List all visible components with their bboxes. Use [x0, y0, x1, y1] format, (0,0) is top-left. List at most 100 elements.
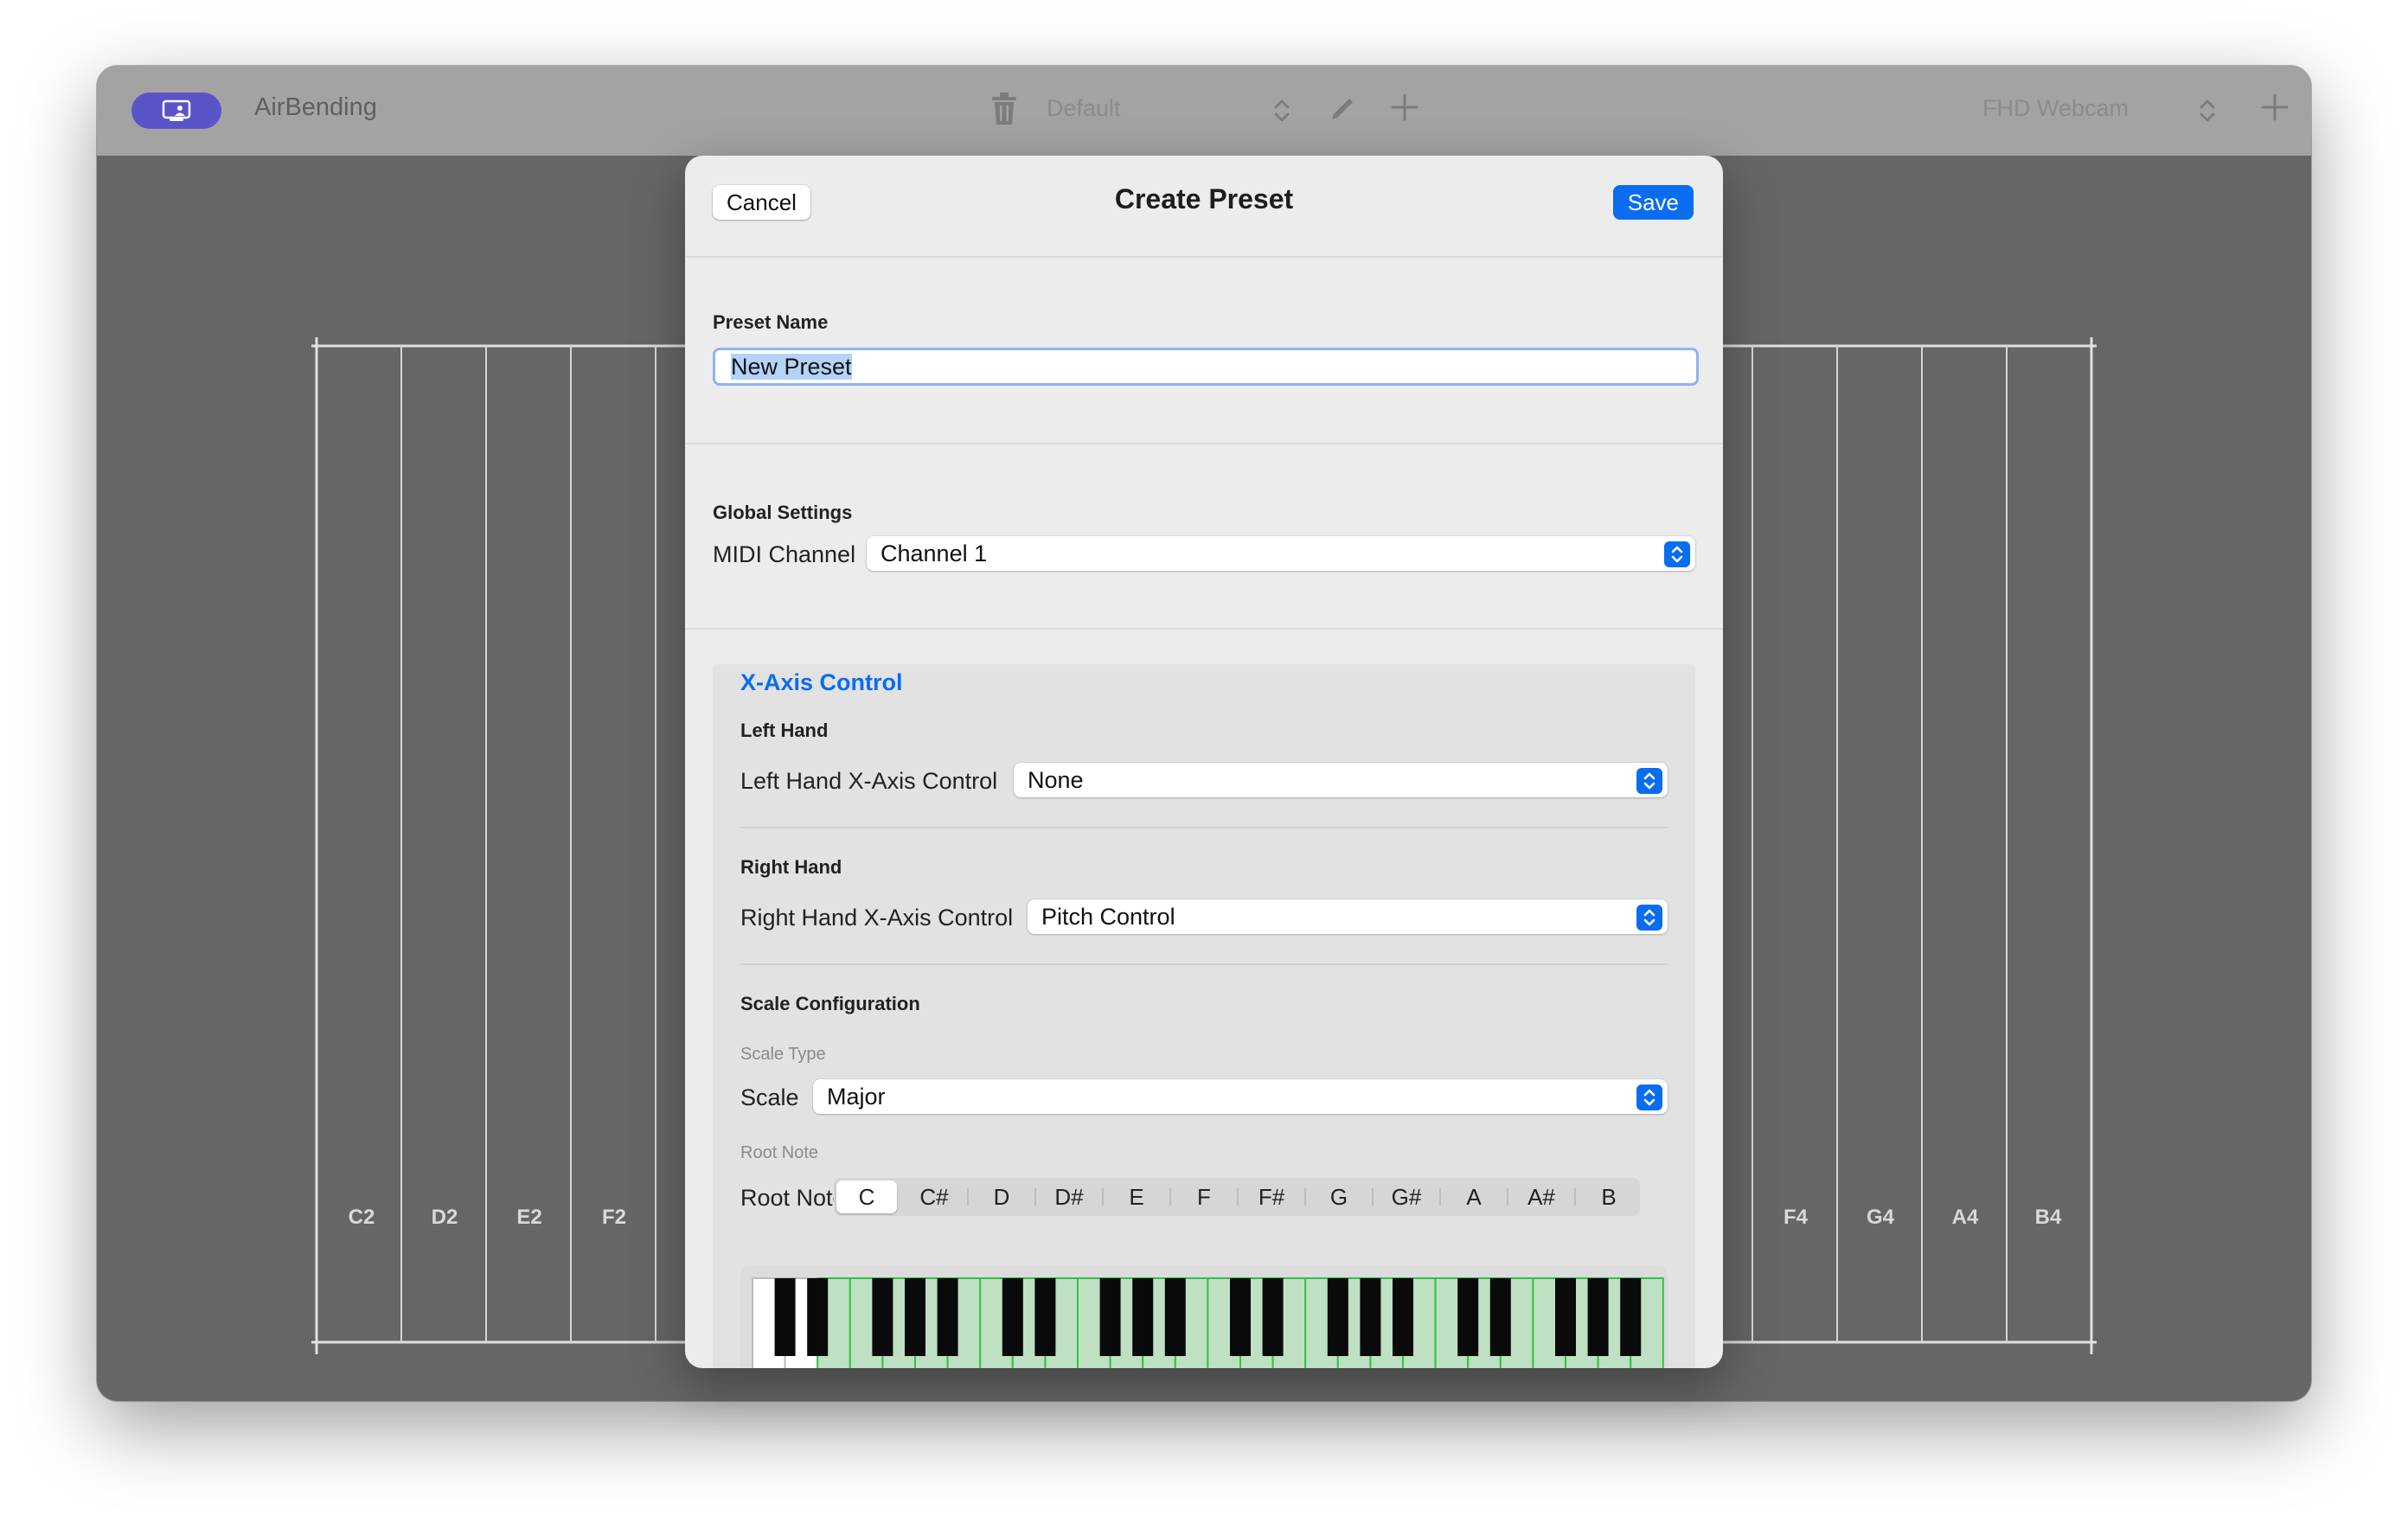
preset-up-down-chevron-icon[interactable]	[1273, 97, 1290, 129]
segment-separator	[1304, 1188, 1306, 1206]
zone-label: E2	[516, 1206, 542, 1229]
left-hand-control-select[interactable]: None	[1014, 763, 1668, 797]
screen-person-icon	[162, 99, 191, 121]
create-preset-sheet: Cancel Create Preset Save Preset Name Ne…	[685, 156, 1723, 1368]
titlebar: AirBending Default FHD Webcam	[97, 66, 2311, 156]
zone-label: C2	[348, 1206, 375, 1229]
scale-type-caption: Scale Type	[740, 1045, 826, 1064]
root-note-option[interactable]: B	[1579, 1180, 1639, 1213]
black-key	[1230, 1278, 1251, 1356]
x-axis-control-title: X-Axis Control	[740, 669, 903, 695]
segment-separator	[1372, 1188, 1374, 1206]
scale-keyboard-preview	[740, 1266, 1668, 1368]
plus-icon	[2261, 93, 2289, 121]
up-down-chevron-icon	[1636, 768, 1662, 794]
divider	[685, 628, 1723, 630]
segment-separator	[1507, 1188, 1508, 1206]
left-hand-label: Left Hand	[740, 720, 829, 741]
save-button[interactable]: Save	[1612, 185, 1694, 220]
pencil-icon	[1332, 99, 1353, 119]
right-hand-control-select[interactable]: Pitch Control	[1028, 899, 1668, 934]
root-note-option[interactable]: F	[1174, 1180, 1234, 1213]
root-note-option[interactable]: A#	[1511, 1180, 1572, 1213]
preset-name-value: New Preset	[731, 354, 852, 380]
root-note-option[interactable]: C#	[904, 1180, 964, 1213]
scale-select[interactable]: Major	[813, 1079, 1668, 1114]
zone-label: F2	[601, 1206, 627, 1229]
black-key	[1164, 1278, 1186, 1356]
zone-label: G4	[1866, 1206, 1895, 1229]
up-down-chevron-icon	[1636, 905, 1662, 931]
up-down-chevron-icon	[1636, 1084, 1662, 1110]
black-key	[1034, 1278, 1056, 1356]
black-key	[774, 1278, 796, 1356]
divider	[685, 443, 1723, 445]
root-note-option[interactable]: G	[1309, 1180, 1369, 1213]
zone-label: B4	[2034, 1206, 2062, 1229]
x-axis-control-panel: X-Axis Control Left Hand Left Hand X-Axi…	[713, 664, 1695, 1368]
zone-label: D2	[431, 1206, 458, 1229]
up-down-chevron-icon	[1664, 541, 1690, 567]
preset-name-field[interactable]: New Preset	[713, 348, 1699, 386]
segment-separator	[1237, 1188, 1239, 1206]
root-note-option[interactable]: G#	[1376, 1180, 1437, 1213]
segment-separator	[1439, 1188, 1441, 1206]
right-hand-label: Right Hand	[740, 856, 842, 878]
black-key	[1620, 1278, 1642, 1356]
black-key	[1360, 1278, 1381, 1356]
root-note-option[interactable]: D	[971, 1180, 1032, 1213]
scale-label: Scale	[740, 1084, 799, 1110]
camera-select-value: FHD Webcam	[1982, 95, 2129, 121]
divider	[740, 827, 1668, 828]
edit-preset-button[interactable]	[1327, 93, 1358, 129]
plus-icon	[1391, 93, 1419, 121]
midi-channel-select[interactable]: Channel 1	[867, 536, 1695, 571]
black-key	[1099, 1278, 1121, 1356]
root-note-option[interactable]: A	[1444, 1180, 1504, 1213]
segment-separator	[1574, 1188, 1576, 1206]
black-key	[1555, 1278, 1576, 1356]
preset-select-value: Default	[1047, 95, 1121, 121]
segment-separator	[1102, 1188, 1104, 1206]
delete-preset-button[interactable]	[989, 92, 1019, 131]
left-hand-control-label: Left Hand X-Axis Control	[740, 768, 998, 794]
black-key	[1002, 1278, 1023, 1356]
scale-configuration-label: Scale Configuration	[740, 993, 920, 1014]
black-key	[1457, 1278, 1479, 1356]
root-note-option[interactable]: D#	[1039, 1180, 1099, 1213]
left-hand-control-value: None	[1028, 767, 1084, 793]
camera-select[interactable]: FHD Webcam	[1982, 95, 2129, 122]
black-key	[1393, 1278, 1413, 1356]
camera-up-down-chevron-icon[interactable]	[2199, 97, 2216, 129]
midi-channel-value: Channel 1	[881, 541, 988, 566]
zone-label: A4	[1951, 1206, 1979, 1229]
add-preset-button[interactable]	[1389, 92, 1420, 128]
camera-view-button[interactable]	[131, 93, 221, 129]
root-note-label: Root Note	[740, 1185, 846, 1211]
root-note-option[interactable]: E	[1106, 1180, 1167, 1213]
root-note-segmented-control[interactable]: C C# D D# E F F# G G# A A# B	[834, 1178, 1640, 1216]
black-key	[1262, 1278, 1284, 1356]
preset-select[interactable]: Default	[1047, 95, 1121, 122]
app-title: AirBending	[254, 93, 377, 121]
segment-separator	[967, 1188, 969, 1206]
add-camera-button[interactable]	[2259, 92, 2290, 127]
black-key	[872, 1278, 893, 1356]
sheet-title: Create Preset	[1114, 183, 1294, 214]
divider	[740, 963, 1668, 965]
sheet-header: Cancel Create Preset Save	[685, 156, 1723, 258]
root-note-caption: Root Note	[740, 1143, 819, 1162]
right-hand-control-label: Right Hand X-Axis Control	[740, 905, 1014, 931]
preset-name-label: Preset Name	[713, 311, 829, 333]
global-settings-label: Global Settings	[713, 502, 853, 523]
root-note-option[interactable]: F#	[1241, 1180, 1302, 1213]
black-key	[1489, 1278, 1511, 1356]
zone-label: F4	[1783, 1206, 1809, 1229]
black-key	[1587, 1278, 1609, 1356]
scale-value: Major	[827, 1084, 886, 1110]
root-note-option[interactable]: C	[836, 1180, 897, 1213]
midi-channel-label: MIDI Channel	[713, 541, 856, 567]
right-hand-control-value: Pitch Control	[1041, 904, 1175, 930]
segment-separator	[1034, 1188, 1036, 1206]
black-key	[1132, 1278, 1154, 1356]
